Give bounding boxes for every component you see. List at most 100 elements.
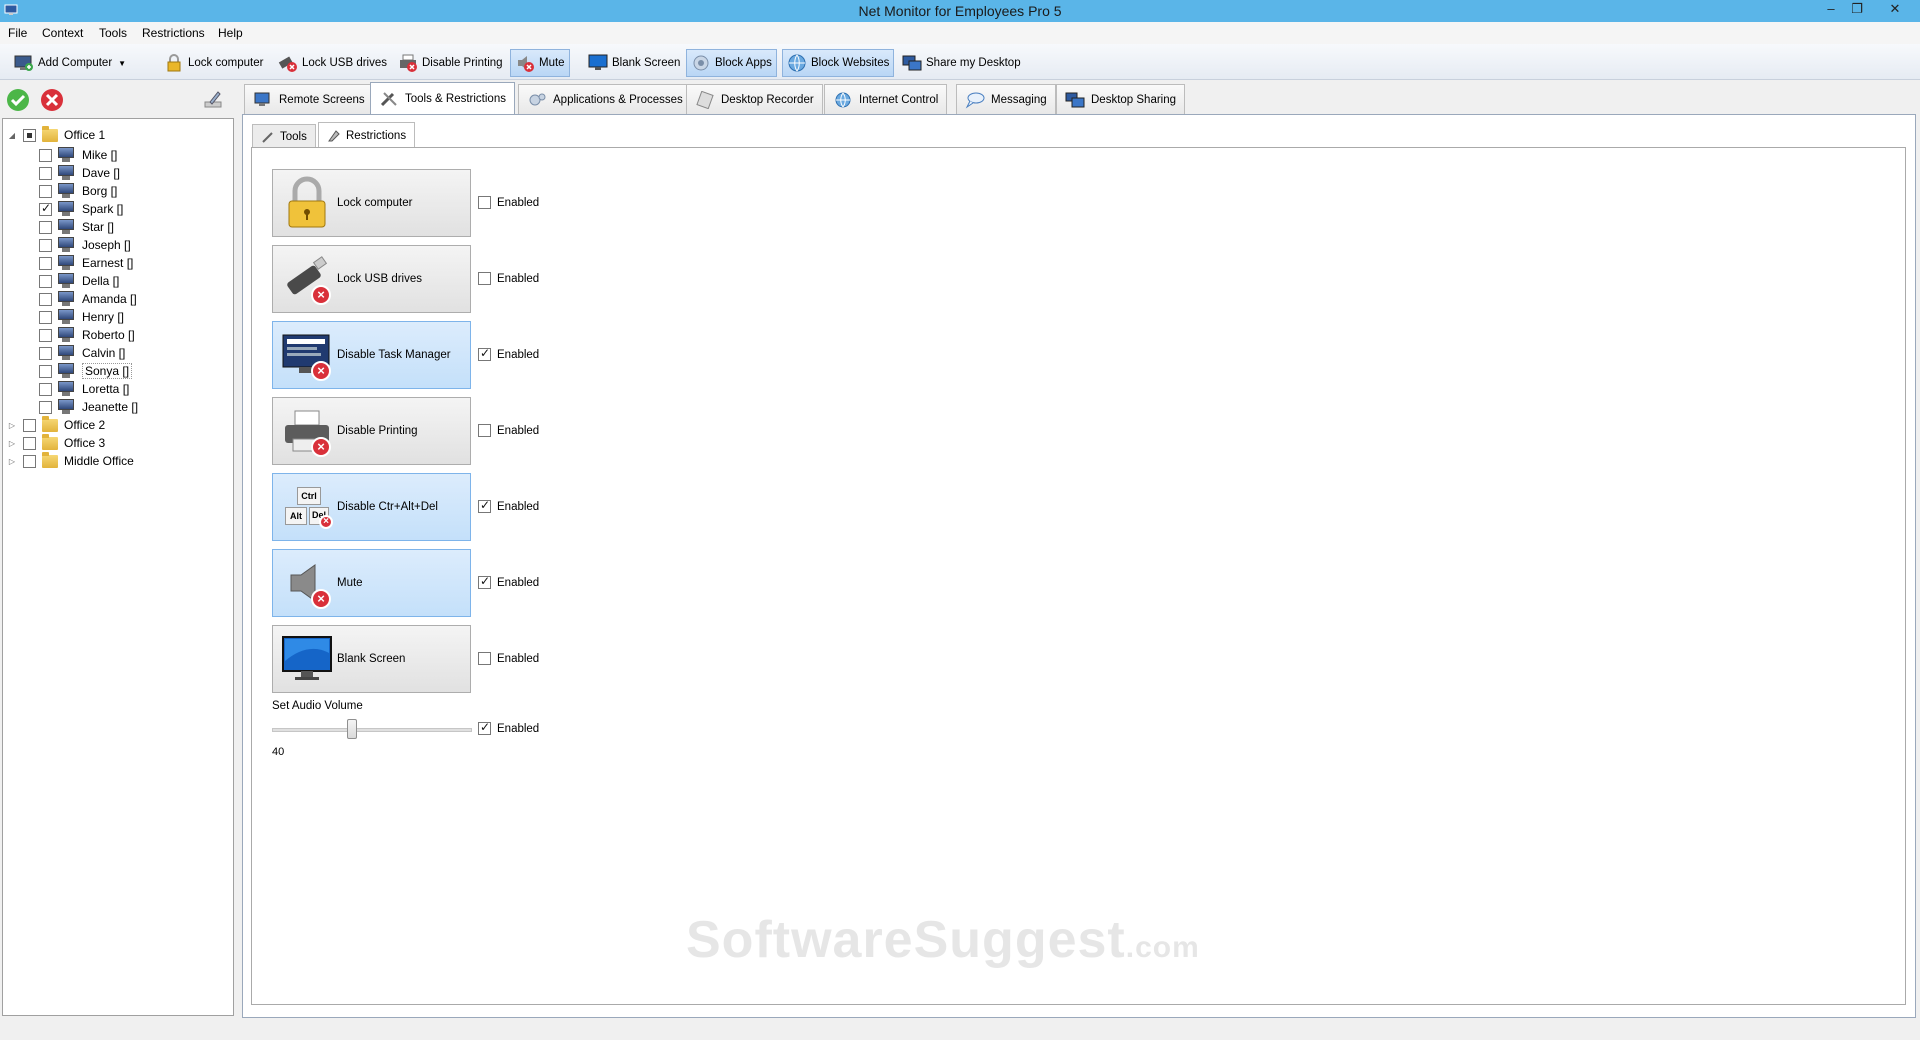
disable-task-manager-restriction-button[interactable]: × Disable Task Manager: [272, 321, 471, 389]
checkbox[interactable]: [39, 256, 52, 270]
expand-icon[interactable]: ▷: [7, 439, 17, 448]
menu-help[interactable]: Help: [218, 26, 243, 40]
tree-computer[interactable]: Spark []: [39, 199, 123, 219]
checkbox[interactable]: [478, 346, 491, 361]
disable-ctrl-alt-del-restriction-button[interactable]: Ctrl Alt Del × Disable Ctr+Alt+Del: [272, 473, 471, 541]
checkbox[interactable]: [39, 238, 52, 252]
checkbox[interactable]: [39, 166, 52, 180]
tree-group[interactable]: ▷ Middle Office: [7, 451, 134, 471]
disable-task-manager-enabled-checkbox[interactable]: Enabled: [478, 346, 539, 361]
subtab-tools[interactable]: Tools: [252, 124, 316, 148]
checkbox[interactable]: [39, 382, 52, 396]
tree-group[interactable]: ▷ Office 3: [7, 433, 105, 453]
checkbox[interactable]: [23, 454, 36, 468]
lock-usb-restriction-button[interactable]: × Lock USB drives: [272, 245, 471, 313]
close-button[interactable]: ✕: [1882, 0, 1908, 20]
checkbox[interactable]: [39, 148, 52, 162]
share-desktop-button[interactable]: Share my Desktop: [898, 49, 1025, 77]
block-apps-button[interactable]: Block Apps: [686, 49, 777, 77]
menu-file[interactable]: File: [8, 26, 27, 40]
expand-icon[interactable]: ▷: [7, 421, 17, 430]
tree-group[interactable]: ◢ Office 1: [7, 125, 105, 145]
menu-context[interactable]: Context: [42, 26, 83, 40]
enabled-label: Enabled: [497, 500, 540, 513]
tree-group[interactable]: ▷ Office 2: [7, 415, 105, 435]
tab-desktop-recorder[interactable]: Desktop Recorder: [686, 84, 823, 114]
lock-computer-button[interactable]: Lock computer: [160, 49, 267, 77]
checkbox[interactable]: [39, 346, 52, 360]
checkbox[interactable]: [478, 574, 491, 589]
mute-restriction-label: Mute: [337, 577, 363, 589]
tree-computer[interactable]: Joseph []: [39, 235, 131, 255]
checkbox[interactable]: [39, 184, 52, 198]
tree-computer[interactable]: Sonya []: [39, 361, 133, 381]
tree-computer[interactable]: Loretta []: [39, 379, 129, 399]
expand-icon[interactable]: ▷: [7, 457, 17, 466]
subtab-restrictions[interactable]: Restrictions: [318, 122, 416, 148]
uncheck-all-icon[interactable]: [40, 88, 64, 112]
tree-computer[interactable]: Henry []: [39, 307, 124, 327]
chevron-down-icon[interactable]: ▼: [118, 59, 126, 68]
disable-printing-button[interactable]: Disable Printing: [394, 49, 507, 77]
checkbox[interactable]: [478, 652, 491, 665]
audio-volume-slider-thumb[interactable]: [347, 719, 357, 739]
tab-messaging[interactable]: Messaging: [956, 84, 1056, 114]
checkbox[interactable]: [23, 418, 36, 432]
lock-computer-restriction-button[interactable]: Lock computer: [272, 169, 471, 237]
tree-computer[interactable]: Roberto []: [39, 325, 135, 345]
checkbox[interactable]: [39, 274, 52, 288]
tab-applications-processes[interactable]: Applications & Processes: [518, 84, 692, 114]
checkbox[interactable]: [39, 220, 52, 234]
tab-tools-restrictions[interactable]: Tools & Restrictions: [370, 82, 515, 114]
collapse-icon[interactable]: ◢: [7, 131, 17, 140]
checkbox[interactable]: [39, 310, 52, 324]
mute-enabled-checkbox[interactable]: Enabled: [478, 574, 539, 589]
tree-computer[interactable]: Earnest []: [39, 253, 133, 273]
tree-group-label: Office 2: [64, 418, 106, 432]
tree-computer[interactable]: Calvin []: [39, 343, 125, 363]
tree-computer[interactable]: Star []: [39, 217, 114, 237]
maximize-button[interactable]: ❐: [1844, 0, 1870, 20]
tree-computer[interactable]: Borg []: [39, 181, 117, 201]
add-computer-button[interactable]: Add Computer ▼: [10, 49, 130, 77]
audio-volume-slider-track[interactable]: [272, 728, 472, 732]
disable-ctrl-alt-del-enabled-checkbox[interactable]: Enabled: [478, 498, 540, 513]
tree-computer[interactable]: Della []: [39, 271, 119, 291]
checkbox[interactable]: [39, 201, 52, 216]
check-all-icon[interactable]: [6, 88, 30, 112]
checkbox[interactable]: [478, 196, 491, 209]
lock-usb-button[interactable]: Lock USB drives: [274, 49, 391, 77]
checkbox[interactable]: [39, 364, 52, 378]
checkbox[interactable]: [478, 424, 491, 437]
blank-screen-button[interactable]: Blank Screen: [584, 49, 684, 77]
lock-usb-enabled-checkbox[interactable]: Enabled: [478, 272, 539, 285]
checkbox[interactable]: [478, 498, 491, 513]
blank-screen-restriction-button[interactable]: Blank Screen: [272, 625, 471, 693]
checkbox[interactable]: [478, 272, 491, 285]
tree-computer[interactable]: Jeanette []: [39, 397, 138, 417]
tree-computer[interactable]: Amanda []: [39, 289, 137, 309]
tree-computer[interactable]: Mike []: [39, 145, 117, 165]
mute-restriction-button[interactable]: × Mute: [272, 549, 471, 617]
tree-computer[interactable]: Dave []: [39, 163, 120, 183]
tab-desktop-sharing[interactable]: Desktop Sharing: [1056, 84, 1186, 114]
block-websites-button[interactable]: Block Websites: [782, 49, 895, 77]
checkbox[interactable]: [478, 720, 491, 735]
disable-printing-restriction-button[interactable]: × Disable Printing: [272, 397, 471, 465]
audio-volume-enabled-checkbox[interactable]: Enabled: [478, 720, 539, 735]
tab-internet-control[interactable]: Internet Control: [824, 84, 948, 114]
disable-printing-enabled-checkbox[interactable]: Enabled: [478, 424, 539, 437]
checkbox[interactable]: [39, 400, 52, 414]
blank-screen-enabled-checkbox[interactable]: Enabled: [478, 652, 539, 665]
mute-button[interactable]: Mute: [510, 49, 570, 77]
menu-tools[interactable]: Tools: [99, 26, 127, 40]
checkbox[interactable]: [23, 128, 36, 142]
checkbox[interactable]: [39, 292, 52, 306]
checkbox[interactable]: [39, 328, 52, 342]
checkbox[interactable]: [23, 436, 36, 450]
tab-remote-screens[interactable]: Remote Screens: [244, 84, 374, 114]
lock-computer-enabled-checkbox[interactable]: Enabled: [478, 196, 539, 209]
minimize-button[interactable]: –: [1818, 0, 1844, 20]
menu-restrictions[interactable]: Restrictions: [142, 26, 205, 40]
edit-icon[interactable]: [202, 88, 224, 110]
